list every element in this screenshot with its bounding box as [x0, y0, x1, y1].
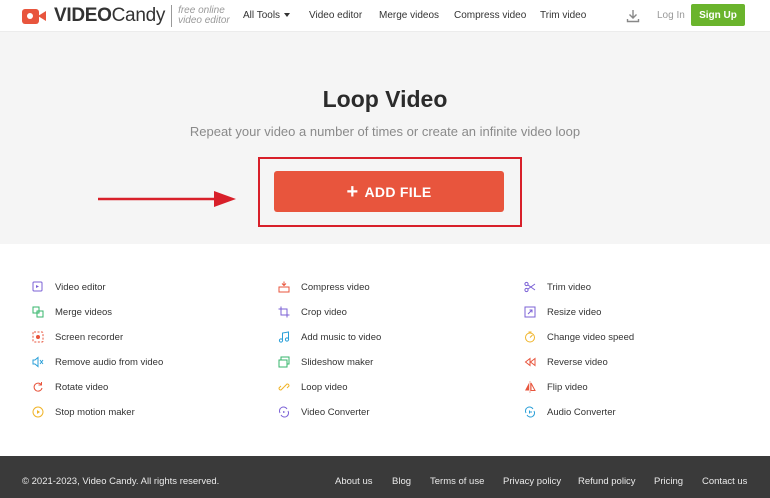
- tool-rotate-video[interactable]: Rotate video: [32, 381, 108, 393]
- logo-divider: [171, 5, 173, 27]
- tool-screen-recorder[interactable]: Screen recorder: [32, 331, 123, 343]
- tool-trim-video[interactable]: Trim video: [524, 281, 591, 293]
- converter-icon: [279, 406, 289, 418]
- plus-icon: +: [346, 180, 359, 203]
- tool-remove-audio[interactable]: Remove audio from video: [32, 356, 163, 368]
- download-icon[interactable]: [626, 9, 640, 23]
- tool-slideshow-maker[interactable]: Slideshow maker: [278, 356, 373, 368]
- footer-link-blog[interactable]: Blog: [392, 476, 411, 487]
- mute-icon: [32, 356, 44, 368]
- logo[interactable]: VIDEOCandy free online video editor: [22, 4, 238, 28]
- page-title: Loop Video: [322, 86, 448, 112]
- tool-stop-motion[interactable]: Stop motion maker: [32, 406, 135, 418]
- nav-merge-videos[interactable]: Merge videos: [379, 10, 439, 21]
- logo-text: VIDEOCandy: [54, 5, 166, 26]
- login-link[interactable]: Log In: [657, 10, 685, 21]
- tool-resize-video[interactable]: Resize video: [524, 306, 601, 318]
- video-editor-icon: [32, 281, 43, 292]
- audio-converter-icon: [525, 406, 535, 418]
- screen-recorder-icon: [32, 331, 44, 343]
- slideshow-icon: [278, 356, 290, 368]
- resize-icon: [524, 306, 536, 318]
- play-circle-icon: [32, 406, 44, 418]
- tool-reverse-video[interactable]: Reverse video: [524, 356, 608, 368]
- nav-video-editor[interactable]: Video editor: [309, 10, 362, 21]
- link-icon: [278, 383, 290, 391]
- add-file-button[interactable]: + ADD FILE: [274, 171, 504, 212]
- add-file-label: ADD FILE: [364, 183, 432, 200]
- logo-tagline: free online video editor: [178, 5, 230, 26]
- flip-icon: [525, 381, 536, 393]
- arrow-annotation-icon: [98, 191, 236, 207]
- nav-compress-video[interactable]: Compress video: [454, 10, 526, 21]
- reverse-icon: [524, 357, 536, 367]
- footer-link-refund[interactable]: Refund policy: [578, 476, 636, 487]
- footer-link-about[interactable]: About us: [335, 476, 373, 487]
- caret-down-icon: [284, 13, 291, 18]
- camera-logo-icon: [22, 8, 46, 25]
- tool-change-speed[interactable]: Change video speed: [524, 331, 634, 343]
- top-header: VIDEOCandy free online video editor All …: [0, 0, 770, 32]
- footer-link-contact[interactable]: Contact us: [702, 476, 747, 487]
- footer-link-pricing[interactable]: Pricing: [654, 476, 683, 487]
- tool-loop-video[interactable]: Loop video: [278, 381, 347, 393]
- scissors-icon: [524, 281, 536, 293]
- crop-icon: [278, 306, 290, 318]
- tool-compress-video[interactable]: Compress video: [278, 281, 370, 293]
- music-note-icon: [278, 331, 290, 343]
- merge-icon: [32, 306, 44, 318]
- copyright-text: © 2021-2023, Video Candy. All rights res…: [22, 476, 220, 487]
- footer-link-terms[interactable]: Terms of use: [430, 476, 484, 487]
- page-subtitle: Repeat your video a number of times or c…: [189, 124, 581, 139]
- speed-icon: [525, 331, 535, 343]
- nav-trim-video[interactable]: Trim video: [540, 10, 586, 21]
- tool-video-converter[interactable]: Video Converter: [278, 406, 369, 418]
- signup-button[interactable]: Sign Up: [691, 4, 745, 26]
- tool-video-editor[interactable]: Video editor: [32, 281, 106, 293]
- compress-icon: [278, 281, 290, 293]
- footer: © 2021-2023, Video Candy. All rights res…: [0, 456, 770, 498]
- tool-audio-converter[interactable]: Audio Converter: [524, 406, 616, 418]
- tool-merge-videos[interactable]: Merge videos: [32, 306, 112, 318]
- tool-crop-video[interactable]: Crop video: [278, 306, 347, 318]
- tool-add-music[interactable]: Add music to video: [278, 331, 381, 343]
- rotate-icon: [33, 382, 43, 392]
- footer-link-privacy[interactable]: Privacy policy: [503, 476, 561, 487]
- tool-flip-video[interactable]: Flip video: [524, 381, 588, 393]
- nav-all-tools[interactable]: All Tools: [243, 10, 291, 21]
